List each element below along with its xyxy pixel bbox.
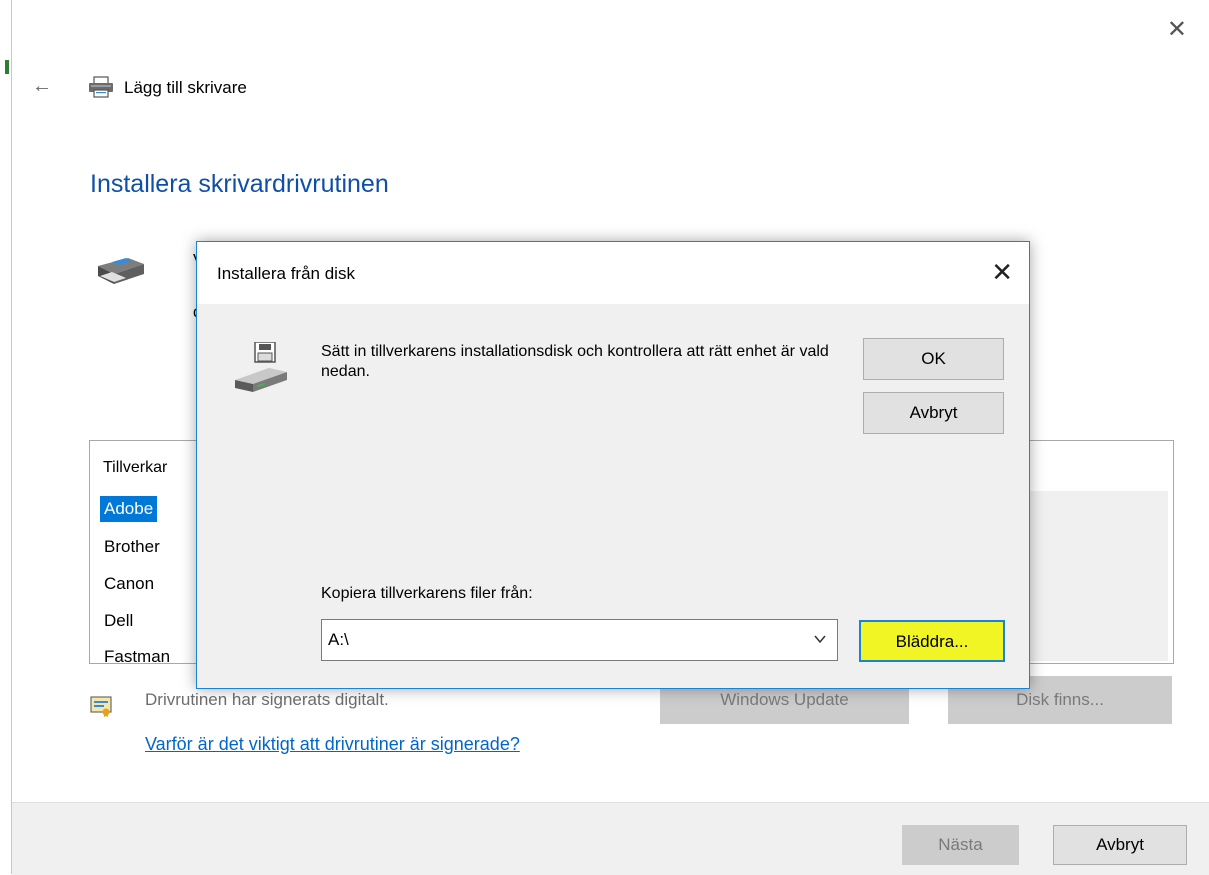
- back-arrow-icon[interactable]: ←: [32, 76, 52, 96]
- dialog-cancel-button[interactable]: Avbryt: [863, 392, 1004, 434]
- source-path-combobox[interactable]: A:\: [321, 619, 838, 661]
- wizard-title: Lägg till skrivare: [124, 78, 247, 97]
- page-heading: Installera skrivardrivrutinen: [90, 170, 389, 198]
- ok-button[interactable]: OK: [863, 338, 1004, 380]
- list-item[interactable]: Fastman: [100, 644, 174, 663]
- printers-list-area[interactable]: [1030, 491, 1168, 661]
- printer-icon: [88, 76, 114, 103]
- browse-button[interactable]: Bläddra...: [859, 620, 1005, 662]
- signing-info-link[interactable]: Varför är det viktigt att drivrutiner är…: [145, 734, 520, 755]
- certificate-icon: [90, 695, 112, 722]
- signature-status: Drivrutinen har signerats digitalt.: [145, 690, 389, 709]
- dialog-titlebar[interactable]: Installera från disk ✕: [197, 242, 1029, 304]
- source-path-value[interactable]: A:\: [328, 630, 349, 650]
- column-header-manufacturer[interactable]: Tillverkar: [103, 459, 167, 477]
- close-icon[interactable]: ✕: [1167, 18, 1187, 42]
- printers-column-header: [1030, 443, 1168, 489]
- next-button[interactable]: Nästa: [902, 825, 1019, 865]
- left-window-edge: [0, 0, 12, 874]
- close-icon[interactable]: ✕: [991, 259, 1013, 285]
- list-item[interactable]: Dell: [100, 608, 137, 634]
- copy-files-label: Kopiera tillverkarens filer från:: [321, 585, 533, 602]
- wizard-footer: [12, 802, 1209, 875]
- list-item[interactable]: Adobe: [100, 496, 158, 522]
- list-item[interactable]: Canon: [100, 571, 158, 597]
- install-from-disk-dialog: Installera från disk ✕ Sätt in tillverka…: [196, 241, 1030, 689]
- dialog-title: Installera från disk: [217, 264, 355, 283]
- dialog-message: Sätt in tillverkarens installationsdisk …: [321, 343, 829, 380]
- list-item[interactable]: Brother: [100, 534, 164, 560]
- chevron-down-icon[interactable]: [813, 632, 827, 651]
- floppy-drive-icon: [233, 341, 289, 399]
- printer-icon: [92, 252, 148, 293]
- cancel-button[interactable]: Avbryt: [1053, 825, 1187, 865]
